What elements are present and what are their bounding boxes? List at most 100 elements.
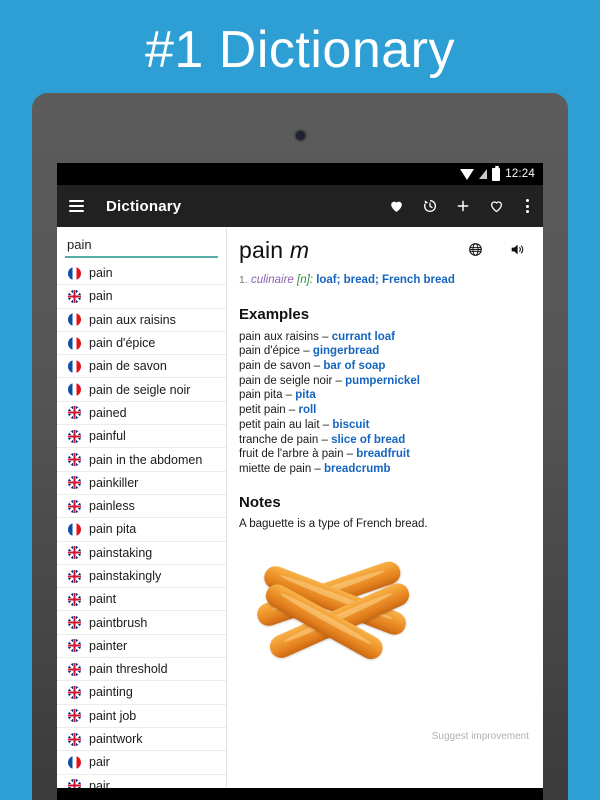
sense-list: 1. culinaire [n]: loaf; bread; French br…: [239, 273, 529, 289]
list-item[interactable]: painkiller: [57, 472, 226, 495]
example-target[interactable]: pita: [295, 389, 315, 401]
example-source[interactable]: pain d'épice –: [239, 345, 313, 357]
flag-gb-icon: [68, 662, 81, 676]
list-item-label: pain: [89, 289, 113, 304]
speaker-icon[interactable]: [509, 242, 525, 262]
example-source[interactable]: petit pain –: [239, 404, 298, 416]
search-container: ✕: [57, 227, 262, 258]
list-item-label: pain in the abdomen: [89, 452, 203, 467]
flag-gb-icon: [68, 546, 81, 560]
example-target[interactable]: roll: [298, 404, 316, 416]
hamburger-icon[interactable]: [69, 200, 84, 212]
example-row: pain aux raisins – currant loaf: [239, 330, 529, 345]
example-source[interactable]: tranche de pain –: [239, 434, 331, 446]
list-item[interactable]: pain: [57, 262, 226, 286]
example-row: fruit de l'arbre à pain – breadfruit: [239, 447, 529, 462]
flag-gb-icon: [68, 499, 81, 513]
favorite-filled-icon[interactable]: [388, 198, 405, 214]
hamburger-line: [69, 210, 84, 212]
list-item-label: paintwork: [89, 732, 143, 747]
example-source[interactable]: pain de seigle noir –: [239, 375, 345, 387]
headword-text: pain: [239, 237, 284, 263]
example-source[interactable]: pain de savon –: [239, 360, 323, 372]
list-item[interactable]: pair: [57, 775, 226, 788]
status-bar: 12:24: [57, 163, 543, 185]
list-item[interactable]: paint: [57, 588, 226, 612]
app-bar-actions: [388, 197, 533, 215]
list-item[interactable]: pain in the abdomen: [57, 448, 226, 472]
example-target[interactable]: gingerbread: [313, 345, 379, 357]
list-item[interactable]: pain threshold: [57, 658, 226, 682]
example-target[interactable]: biscuit: [332, 419, 369, 431]
list-item[interactable]: pain pita: [57, 518, 226, 542]
flag-fr-icon: [68, 755, 81, 769]
example-row: pain de seigle noir – pumpernickel: [239, 374, 529, 389]
word-list[interactable]: pain pain pain aux raisins pain d'épice pain…: [57, 258, 226, 788]
list-item-label: pain pita: [89, 522, 137, 537]
flag-gb-icon: [68, 592, 81, 606]
example-source[interactable]: pain pita –: [239, 389, 295, 401]
list-item-label: pair: [89, 778, 110, 788]
list-item[interactable]: pain aux raisins: [57, 309, 226, 332]
list-item[interactable]: pain de savon: [57, 355, 226, 379]
wifi-icon: [460, 168, 475, 180]
example-target[interactable]: breadfruit: [356, 448, 410, 460]
suggest-improvement-link[interactable]: Suggest improvement: [432, 731, 529, 742]
add-icon[interactable]: [455, 198, 471, 214]
flag-gb-icon: [68, 569, 81, 583]
list-item[interactable]: painting: [57, 681, 226, 705]
list-item-label: pain threshold: [89, 662, 168, 677]
entry-header: pain m: [239, 237, 529, 264]
example-target[interactable]: breadcrumb: [324, 463, 390, 475]
list-item-label: pain aux raisins: [89, 312, 176, 327]
list-item-label: pain de seigle noir: [89, 382, 191, 397]
list-item[interactable]: painstaking: [57, 542, 226, 565]
example-source[interactable]: pain aux raisins –: [239, 331, 332, 343]
example-target[interactable]: bar of soap: [323, 360, 385, 372]
list-item[interactable]: pained: [57, 402, 226, 426]
search-field[interactable]: ✕: [65, 235, 262, 258]
sense-domain: culinaire: [250, 274, 294, 286]
examples-heading: Examples: [239, 305, 310, 323]
globe-icon[interactable]: [468, 242, 483, 262]
history-icon[interactable]: [422, 198, 438, 214]
example-row: petit pain au lait – biscuit: [239, 418, 529, 433]
list-item[interactable]: paint job: [57, 705, 226, 728]
example-row: miette de pain – breadcrumb: [239, 462, 529, 477]
list-item-label: paintbrush: [89, 615, 148, 630]
list-item[interactable]: painless: [57, 495, 226, 519]
word-list-panel: ✕ painpainpain aux raisinspain d'épicepa…: [57, 227, 262, 788]
overflow-menu-icon[interactable]: [522, 197, 533, 215]
example-target[interactable]: currant loaf: [332, 331, 395, 343]
list-item[interactable]: pain: [57, 285, 226, 309]
example-target[interactable]: pumpernickel: [345, 375, 420, 387]
list-item[interactable]: pain d'épice: [57, 332, 226, 356]
example-source[interactable]: miette de pain –: [239, 463, 324, 475]
favorite-outline-icon[interactable]: [488, 198, 505, 214]
flag-gb-icon: [68, 476, 81, 490]
example-source[interactable]: fruit de l'arbre à pain –: [239, 448, 356, 460]
list-item-label: pain d'épice: [89, 336, 156, 351]
kebab-dot: [526, 199, 529, 202]
search-input[interactable]: [65, 235, 243, 254]
list-item[interactable]: pair: [57, 751, 226, 775]
list-item[interactable]: painstakingly: [57, 565, 226, 589]
battery-icon: [492, 165, 501, 181]
flag-fr-icon: [68, 359, 81, 373]
list-item[interactable]: paintbrush: [57, 611, 226, 635]
list-item[interactable]: painful: [57, 425, 226, 449]
list-item-label: pain: [89, 266, 113, 281]
list-item[interactable]: paintwork: [57, 728, 226, 752]
list-item-label: pain de savon: [89, 359, 167, 374]
baguettes-image: [245, 546, 420, 666]
example-source[interactable]: petit pain au lait –: [239, 419, 332, 431]
sense-translations[interactable]: loaf; bread; French bread: [316, 274, 455, 286]
app-title: Dictionary: [106, 197, 182, 215]
list-item[interactable]: pain de seigle noir: [57, 378, 226, 402]
list-item-label: paint job: [89, 708, 137, 723]
example-row: tranche de pain – slice of bread: [239, 433, 529, 448]
list-item[interactable]: painter: [57, 635, 226, 659]
example-target[interactable]: slice of bread: [331, 434, 405, 446]
flag-gb-icon: [68, 429, 81, 443]
flag-gb-icon: [68, 779, 81, 788]
